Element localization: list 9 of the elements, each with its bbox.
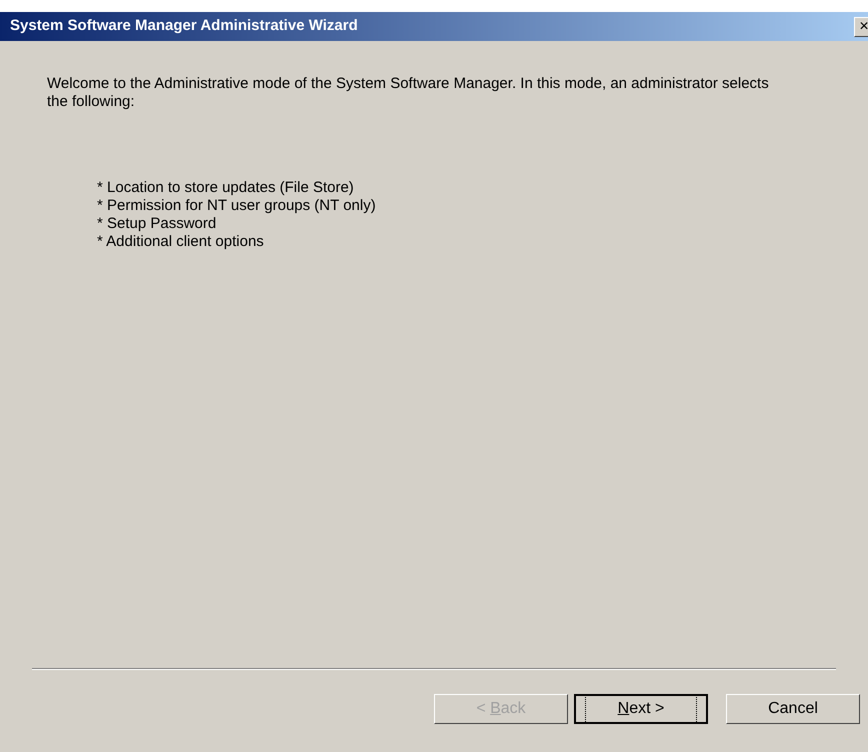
next-button[interactable]: Next > bbox=[574, 694, 708, 724]
close-button[interactable]: × bbox=[854, 16, 868, 36]
list-item: * Location to store updates (File Store) bbox=[97, 179, 355, 197]
intro-text: Welcome to the Administrative mode of the System Software Manager. In this mode, an administrator selects the following: bbox=[47, 75, 770, 111]
list-item: * Setup Password bbox=[97, 215, 218, 233]
list-item: * Permission for NT user groups (NT only) bbox=[97, 197, 377, 215]
list-item: * Additional client options bbox=[97, 233, 265, 251]
cancel-button[interactable]: Cancel bbox=[726, 694, 860, 724]
window-title: System Software Manager Administrative Wizard bbox=[10, 16, 358, 36]
